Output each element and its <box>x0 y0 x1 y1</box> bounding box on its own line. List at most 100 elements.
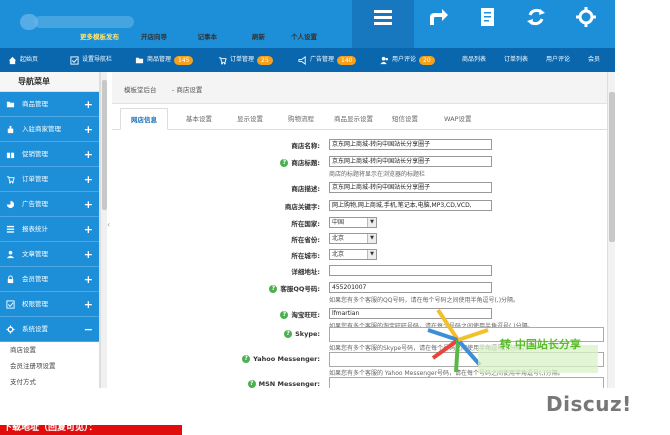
nav-home[interactable]: 起始页 <box>8 48 38 72</box>
nav-goods[interactable]: 商品管理 145 <box>135 48 194 72</box>
sidebar-title: 导航菜单 <box>0 72 99 92</box>
chevron-down-icon: ▼ <box>367 234 376 243</box>
tab-basic[interactable]: 基本设置 <box>186 108 212 130</box>
nav-ads[interactable]: 广告管理 140 <box>298 48 357 72</box>
wangwang-label-text: 淘宝旺旺: <box>291 311 320 319</box>
shop-title-hint: 商店的标题将显示在浏览器的标题栏 <box>329 171 426 178</box>
msn-label: ? MSN Messenger: <box>247 380 320 388</box>
expand-toggle-icon[interactable]: − <box>84 317 93 342</box>
nav-ads-badge: 140 <box>337 55 357 65</box>
tab-checkout[interactable]: 购物流程 <box>288 108 314 130</box>
shop-title-input[interactable]: 京东网上商城-转向中国站长分享圈子 <box>329 156 492 167</box>
province-select[interactable]: 北京 ▼ <box>329 233 377 244</box>
expand-toggle-icon[interactable]: + <box>84 217 93 242</box>
main-scroll-thumb[interactable] <box>609 92 615 242</box>
shop-keywords-input[interactable]: 网上购物,网上商城,手机,笔记本,电脑,MP3,CD,VCD, <box>329 200 492 211</box>
shop-name-input[interactable]: 京东网上商城-转向中国站长分享圈子 <box>329 139 492 150</box>
sidebar-item-label: 文章管理 <box>22 250 48 258</box>
sidebar: 导航菜单 商品管理 + 入驻商家管理 + 促销管理 + 订单管理 + 广告管理 + 报表统计 + 文章管… <box>0 72 100 388</box>
tab-goods-display[interactable]: 商品显示设置 <box>334 108 373 130</box>
user-icon <box>6 250 15 259</box>
expand-toggle-icon[interactable]: + <box>84 267 93 292</box>
shop-desc-input[interactable]: 京东网上商城-转向中国站长分享圈子 <box>329 182 492 193</box>
home-icon <box>8 56 17 64</box>
sidebar-scroll-thumb[interactable] <box>102 80 107 210</box>
gear-icon <box>576 7 596 27</box>
notebook-icon <box>481 8 494 26</box>
sidebar-item-7[interactable]: 会员管理 + <box>0 267 99 292</box>
tab-shop-info[interactable]: 网店信息 <box>120 108 168 130</box>
sidebar-item-5[interactable]: 报表统计 + <box>0 217 99 242</box>
tab-display[interactable]: 显示设置 <box>237 108 263 130</box>
sidebar-subitem-0[interactable]: 商店设置 <box>0 342 99 358</box>
sidebar-scrollbar[interactable] <box>100 72 107 388</box>
refresh-button[interactable]: 刷新 <box>252 0 560 48</box>
nav-order-list[interactable]: 订单列表 <box>504 48 528 72</box>
sidebar-subitem-2[interactable]: 支付方式 <box>0 374 99 388</box>
sidebar-item-label: 促销管理 <box>22 150 48 158</box>
nav-goods-badge: 145 <box>174 55 194 65</box>
sidebar-item-1[interactable]: 入驻商家管理 + <box>0 117 99 142</box>
expand-toggle-icon[interactable]: + <box>84 117 93 142</box>
nav-set-nav[interactable]: 设置导航栏 <box>70 48 112 72</box>
expand-toggle-icon[interactable]: + <box>84 92 93 117</box>
watermark-text: 转 中国站长分享 <box>500 337 581 351</box>
province-select-value: 北京 <box>332 235 345 242</box>
sidebar-item-4[interactable]: 广告管理 + <box>0 192 99 217</box>
sidebar-item-3[interactable]: 订单管理 + <box>0 167 99 192</box>
sidebar-item-9[interactable]: 系统设置 − <box>0 317 99 342</box>
yahoo-label-text: Yahoo Messenger: <box>253 355 320 363</box>
expand-toggle-icon[interactable]: + <box>84 242 93 267</box>
personal-settings-button[interactable]: 个人设置 <box>291 0 612 48</box>
expand-toggle-icon[interactable]: + <box>84 192 93 217</box>
help-icon[interactable]: ? <box>242 355 251 363</box>
sidebar-item-8[interactable]: 权限管理 + <box>0 292 99 317</box>
expand-toggle-icon[interactable]: + <box>84 142 93 167</box>
folder-icon <box>135 57 144 63</box>
notebook-button[interactable]: 记事本 <box>198 0 512 48</box>
more-templates-button[interactable]: 更多模板发布 <box>80 0 414 48</box>
nav-members[interactable]: 会员 <box>588 48 600 72</box>
help-icon[interactable]: ? <box>247 380 256 388</box>
help-icon[interactable]: ? <box>280 311 289 319</box>
check-icon <box>6 300 15 309</box>
setup-wizard-button[interactable]: 开店向导 <box>141 0 462 48</box>
yahoo-label: ? Yahoo Messenger: <box>242 355 320 363</box>
qq-input[interactable]: 455201007 <box>329 282 492 293</box>
gift-icon <box>6 150 15 159</box>
sidebar-collapse-icon[interactable]: ‹ <box>107 220 110 229</box>
personal-settings-label: 个人设置 <box>291 33 317 41</box>
city-select-value: 北京 <box>332 251 345 258</box>
city-select[interactable]: 北京 ▼ <box>329 249 377 260</box>
shop-desc-label: 商店描述: <box>291 185 320 193</box>
help-icon[interactable]: ? <box>269 285 278 293</box>
country-label: 所在国家: <box>291 220 320 228</box>
sidebar-item-6[interactable]: 文章管理 + <box>0 242 99 267</box>
nav-goods-list-label: 商品列表 <box>462 56 487 63</box>
expand-toggle-icon[interactable]: + <box>84 292 93 317</box>
sidebar-item-label: 会员管理 <box>22 275 48 283</box>
tab-sms[interactable]: 短信设置 <box>392 108 418 130</box>
nav-user-comments-badge: 20 <box>419 55 435 65</box>
users-icon <box>380 56 389 64</box>
tab-wap[interactable]: WAP设置 <box>444 108 471 130</box>
sidebar-item-2[interactable]: 促销管理 + <box>0 142 99 167</box>
checkbox-icon <box>70 55 79 65</box>
nav-orders[interactable]: 订单管理 25 <box>218 48 273 72</box>
expand-toggle-icon[interactable]: + <box>84 167 93 192</box>
sidebar-item-0[interactable]: 商品管理 + <box>0 92 99 117</box>
sidebar-subitem-1[interactable]: 会员注册项设置 <box>0 358 99 374</box>
nav-goods-list[interactable]: 商品列表 <box>462 48 486 72</box>
breadcrumb-home[interactable]: 模板堂后台 <box>124 84 157 94</box>
menu-icon <box>374 10 392 25</box>
sidebar-item-label: 报表统计 <box>22 225 48 233</box>
more-templates-label: 更多模板发布 <box>80 33 119 41</box>
address-input[interactable] <box>329 265 492 276</box>
cart-icon <box>218 56 227 65</box>
nav-comments[interactable]: 用户评论 <box>546 48 570 72</box>
country-select[interactable]: 中国 ▼ <box>329 217 377 228</box>
nav-order-list-label: 订单列表 <box>504 56 529 63</box>
help-icon[interactable]: ? <box>284 330 293 338</box>
nav-user-comments[interactable]: 用户评论 20 <box>380 48 435 72</box>
help-icon[interactable]: ? <box>280 159 289 167</box>
